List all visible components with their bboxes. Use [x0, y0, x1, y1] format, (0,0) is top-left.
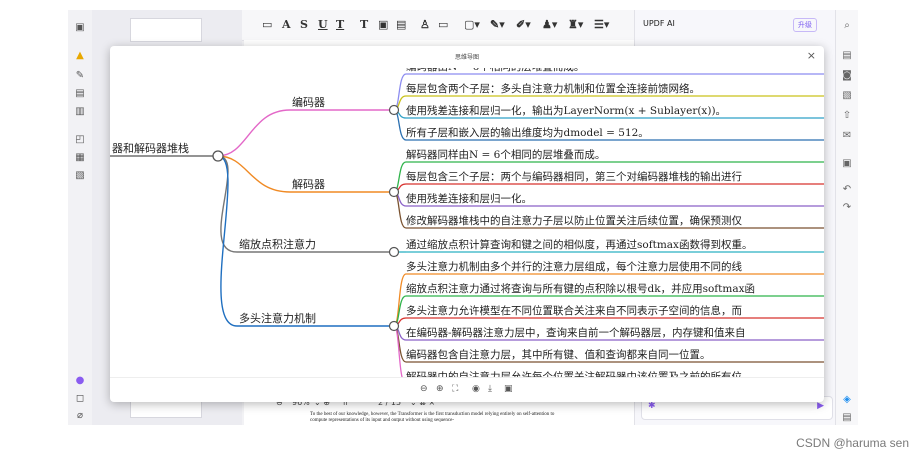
print-icon[interactable]: ▣: [841, 158, 853, 170]
ai-assistant-icon[interactable]: ◈: [841, 394, 853, 406]
zoom-out-icon[interactable]: ⊖: [420, 384, 428, 394]
leaf-text: 多头注意力机制由多个并行的注意力层组成，每个注意力层使用不同的线: [406, 260, 742, 273]
dialog-title: 思维导图: [454, 54, 479, 61]
textbox-icon[interactable]: ▣: [378, 18, 388, 31]
branch-label: 编码器: [292, 95, 325, 109]
leaf-connector: [393, 191, 407, 229]
leaf-text: 使用残差连接和层归一化。: [406, 192, 532, 205]
bookmark-icon[interactable]: ▲: [74, 50, 86, 62]
branch-connector: [217, 155, 291, 193]
send-icon[interactable]: ▶: [817, 401, 824, 411]
leaf-connector: [393, 73, 407, 111]
tool-text[interactable]: T: [360, 18, 368, 31]
branch-node: [388, 320, 400, 332]
root-node: [212, 150, 224, 162]
undo-icon[interactable]: ↶: [841, 184, 853, 196]
attachment-icon[interactable]: ⌀: [74, 410, 86, 422]
ocr-icon[interactable]: ◰: [74, 134, 86, 146]
share-icon[interactable]: ⇧: [841, 110, 853, 122]
leaf-text: 每层包含三个子层：两个与编码器相同，第三个对编码器堆栈的输出进行: [406, 170, 742, 183]
annotation-toolbar: ▭ A S U T T ▣ ▤ ♙ ▭ ▢▾ ✎▾ ✐▾ ♟▾ ♜▾ ☰▾: [242, 10, 634, 41]
tool-squiggly[interactable]: T: [336, 18, 344, 31]
theme-icon[interactable]: ◉: [472, 384, 480, 394]
eraser-icon[interactable]: ▭: [438, 18, 448, 31]
mindmap-canvas[interactable]: 器和解码器堆栈 编码器 编码器由N = 6个相同的层堆叠而成。每层包含两个子层：多头…: [110, 68, 824, 378]
mindmap-svg: 器和解码器堆栈 编码器 编码器由N = 6个相同的层堆叠而成。每层包含两个子层：多头…: [110, 68, 824, 378]
leaf-text: 解码器同样由N = 6个相同的层堆叠而成。: [406, 148, 605, 161]
comment-icon[interactable]: ▭: [262, 18, 272, 31]
search-icon[interactable]: ⌕: [841, 20, 853, 32]
branch-label: 解码器: [292, 177, 325, 191]
pen-icon[interactable]: ✎▾: [490, 18, 505, 31]
branch-connector: [217, 155, 238, 327]
branch-connector: [217, 109, 291, 157]
fit-icon[interactable]: ⛶: [452, 384, 458, 394]
stamp-icon[interactable]: ♙: [420, 18, 430, 31]
branch-node: [388, 186, 400, 198]
page-icon[interactable]: ▥: [74, 106, 86, 118]
tool-highlight[interactable]: A: [282, 18, 291, 31]
comment-list-icon[interactable]: ▤: [841, 412, 853, 424]
branch-node: [388, 104, 400, 116]
watermark: CSDN @haruma sen: [796, 436, 909, 450]
sidebar-toggle-icon[interactable]: ▣: [74, 22, 86, 34]
more-tools-icon[interactable]: ☰▾: [594, 18, 609, 31]
mindmap-controls: ⊖ ⊕ ⛶ ◉ ⤓ ▣: [110, 377, 824, 402]
leaf-text: 缩放点积注意力通过将查询与所有键的点积除以根号dk，并应用softmax函: [406, 282, 755, 295]
branch-label: 缩放点积注意力: [239, 237, 316, 251]
signature-icon[interactable]: ♟▾: [542, 18, 557, 31]
export-image-icon[interactable]: ▣: [504, 384, 513, 394]
leaf-text: 多头注意力允许模型在不同位置联合关注来自不同表示子空间的信息，而: [406, 304, 742, 317]
mail-icon[interactable]: ✉: [841, 130, 853, 142]
leaf-text: 通过缩放点积计算查询和键之间的相似度，再通过softmax函数得到权重。: [406, 238, 752, 251]
organize-icon[interactable]: ▧: [74, 170, 86, 182]
leaf-text: 在编码器-解码器注意力层中，查询来自前一个解码器层，内存键和值来自: [406, 326, 746, 339]
shape-icon[interactable]: ▢▾: [464, 18, 480, 31]
branch-label: 多头注意力机制: [239, 311, 316, 325]
save-icon[interactable]: ◙: [841, 70, 853, 82]
pencil-icon[interactable]: ✐▾: [516, 18, 531, 31]
layout-icon[interactable]: ▤: [74, 88, 86, 100]
tool-strikethrough[interactable]: S: [300, 18, 308, 31]
document-text: To the best of our knowledge, however, t…: [310, 412, 555, 423]
protect-icon[interactable]: ▦: [74, 152, 86, 164]
download-icon[interactable]: ⤓: [488, 384, 492, 394]
leaf-text: 编码器包含自注意力层，其中所有键、值和查询都来自同一位置。: [406, 348, 711, 361]
zoom-in-icon[interactable]: ⊕: [436, 384, 444, 394]
leaf-text: 修改解码器堆栈中的自注意力子层以防止位置关注后续位置，确保预测仅: [406, 214, 742, 227]
right-toolbar: ⌕ ▤ ◙ ▧ ⇧ ✉ ▣ ↶ ↷ ◈ ▤: [835, 10, 858, 425]
redo-icon[interactable]: ↷: [841, 202, 853, 214]
callout-icon[interactable]: ▤: [396, 18, 406, 31]
export-icon[interactable]: ▧: [841, 90, 853, 102]
left-toolbar: ▣ ▲ ✎ ▤ ▥ ◰ ▦ ▧ ● ◻ ⌀: [68, 10, 93, 425]
ai-icon[interactable]: ●: [74, 375, 86, 387]
leaf-text: 使用残差连接和层归一化，输出为LayerNorm(x + Sublayer(x)…: [406, 104, 726, 117]
tool-underline[interactable]: U: [318, 18, 328, 31]
mindmap-root: 器和解码器堆栈: [112, 141, 189, 155]
branch-node: [388, 246, 400, 258]
page-thumbnail[interactable]: [130, 18, 202, 42]
close-icon[interactable]: ×: [807, 49, 816, 62]
mindmap-dialog: 思维导图 × 器和解码器堆栈 编码器 编码器由N = 6个相同的层堆叠而成。每层包含…: [110, 46, 824, 402]
ai-panel-title: UPDF AI: [643, 19, 675, 28]
leaf-text: 所有子层和嵌入层的输出维度均为dmodel = 512。: [406, 126, 649, 139]
leaf-text: 编码器由N = 6个相同的层堆叠而成。: [406, 68, 584, 73]
ai-sparkle-icon: ✱: [648, 401, 656, 411]
edit-icon[interactable]: ✎: [74, 70, 86, 82]
color-icon[interactable]: ♜▾: [568, 18, 583, 31]
leaf-text: 每层包含两个子层：多头自注意力机制和位置全连接前馈网络。: [406, 82, 700, 95]
upgrade-badge[interactable]: 升级: [793, 18, 817, 32]
convert-icon[interactable]: ▤: [841, 50, 853, 62]
bookmark-list-icon[interactable]: ◻: [74, 393, 86, 405]
